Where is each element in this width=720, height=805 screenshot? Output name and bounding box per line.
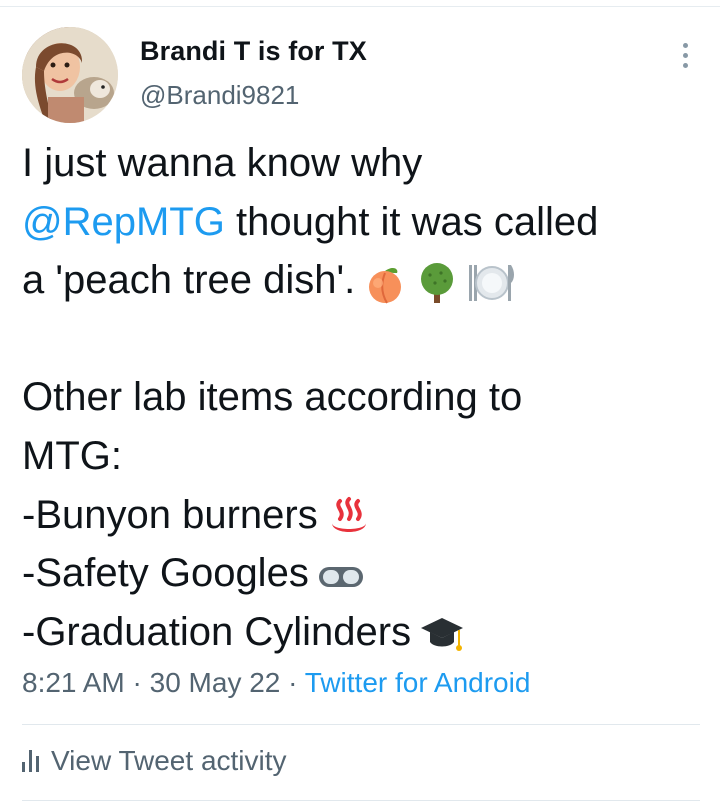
tweet-line-3: a 'peach tree dish'. xyxy=(22,251,702,310)
tweet-line-6: MTG: xyxy=(22,433,122,478)
fork-knife-plate-emoji-icon xyxy=(467,261,517,305)
view-tweet-activity-button[interactable]: View Tweet activity xyxy=(22,745,287,777)
tweet-text: I just wanna know why @RepMTG thought it… xyxy=(22,134,702,661)
hot-springs-emoji-icon xyxy=(326,495,372,539)
more-dot xyxy=(682,62,688,68)
more-dot xyxy=(682,52,688,58)
view-tweet-activity-label: View Tweet activity xyxy=(51,745,287,776)
peach-emoji-icon xyxy=(363,261,407,305)
tweet-item-3: -Graduation Cylinders xyxy=(22,603,702,662)
bar-chart-icon xyxy=(22,750,39,772)
goggles-emoji-icon xyxy=(317,559,365,593)
more-options-icon[interactable] xyxy=(670,40,700,70)
avatar[interactable] xyxy=(22,27,118,123)
tweet-item-1-text: -Bunyon burners xyxy=(22,492,318,537)
tweet-date[interactable]: 30 May 22 xyxy=(150,667,281,698)
mention-link[interactable]: @RepMTG xyxy=(22,200,225,244)
divider xyxy=(22,800,700,801)
tweet-line-3-text: a 'peach tree dish'. xyxy=(22,258,356,303)
tweet-item-2: -Safety Googles xyxy=(22,544,702,603)
deciduous-tree-emoji-icon xyxy=(415,261,459,305)
tweet-item-2-text: -Safety Googles xyxy=(22,551,309,596)
tweet-line-1: I just wanna know why xyxy=(22,141,423,185)
meta-separator: · xyxy=(124,667,150,698)
tweet-line-2: @RepMTG thought it was called xyxy=(22,193,702,252)
tweet-time[interactable]: 8:21 AM xyxy=(22,667,125,698)
tweet-item-3-text: -Graduation Cylinders xyxy=(22,609,412,654)
graduation-cap-emoji-icon xyxy=(419,612,465,656)
divider xyxy=(22,724,700,725)
tweet-item-1: -Bunyon burners xyxy=(22,486,702,545)
tweet-line-2-text: thought it was called xyxy=(224,199,599,244)
user-display-name[interactable]: Brandi T is for TX xyxy=(140,36,367,67)
tweet-source-link[interactable]: Twitter for Android xyxy=(305,667,531,698)
tweet-metadata: 8:21 AM · 30 May 22 · Twitter for Androi… xyxy=(22,667,530,699)
user-handle[interactable]: @Brandi9821 xyxy=(140,80,299,111)
avatar-photo xyxy=(22,27,118,123)
tweet-line-5: Other lab items according to xyxy=(22,375,523,420)
more-dot xyxy=(682,42,688,48)
meta-separator: · xyxy=(280,667,305,698)
top-divider xyxy=(0,6,720,7)
